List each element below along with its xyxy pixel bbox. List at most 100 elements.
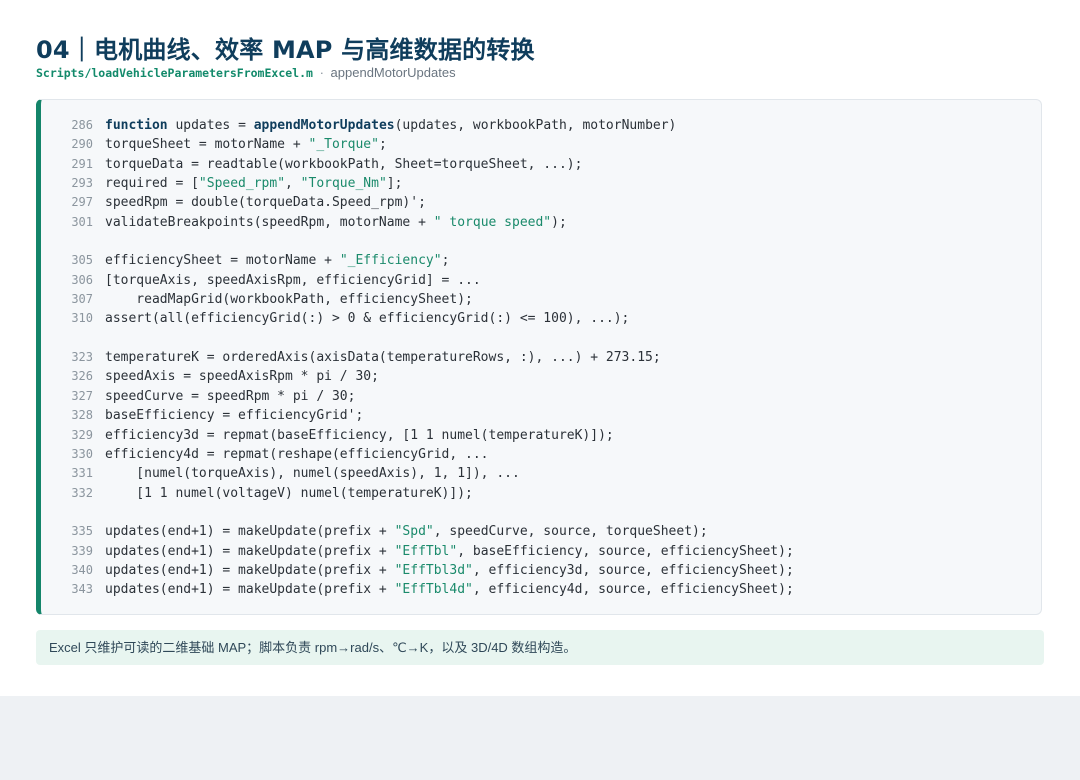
slide: 04｜电机曲线、效率 MAP 与高维数据的转换 Scripts/loadVehi… bbox=[0, 0, 1080, 696]
line-number: 340 bbox=[71, 562, 93, 577]
line-number: 335 bbox=[71, 524, 93, 539]
code-text: , bbox=[285, 176, 301, 192]
code-line: 326 speedAxis = speedAxisRpm * pi / 30; bbox=[65, 367, 794, 386]
code-text: [numel(torqueAxis), numel(speedAxis), 1,… bbox=[105, 466, 520, 482]
line-number: 329 bbox=[71, 427, 93, 442]
code-text: [torqueAxis, speedAxisRpm, efficiencyGri… bbox=[105, 272, 481, 288]
code-string: "Spd" bbox=[394, 524, 434, 540]
code-string: "Torque_Nm" bbox=[300, 176, 387, 192]
code-line: 290 torqueSheet = motorName + "_Torque"; bbox=[65, 135, 794, 154]
code-string: "EffTbl4d" bbox=[394, 582, 473, 598]
code-text: , efficiency4d, source, efficiencySheet)… bbox=[472, 582, 794, 598]
code-card: 286 function updates = appendMotorUpdates… bbox=[36, 99, 1042, 615]
code-text: temperatureK = orderedAxis(axisData(temp… bbox=[105, 350, 661, 366]
code-text: updates(end+1) = makeUpdate(prefix + bbox=[105, 543, 395, 559]
code-keyword: appendMotorUpdates bbox=[253, 118, 395, 133]
code-text: , speedCurve, source, torqueSheet); bbox=[433, 524, 708, 540]
line-number: 331 bbox=[71, 466, 93, 481]
line-number: 343 bbox=[71, 582, 93, 597]
line-number: 286 bbox=[71, 118, 93, 132]
code-line: 310 assert(all(efficiencyGrid(:) > 0 & ef… bbox=[65, 309, 794, 328]
line-number: 339 bbox=[71, 543, 93, 558]
code-text: ; bbox=[441, 253, 450, 269]
code-text: updates = bbox=[167, 118, 254, 133]
code-line: 343 updates(end+1) = makeUpdate(prefix + … bbox=[65, 580, 794, 599]
code-text: assert(all(efficiencyGrid(:) > 0 & effic… bbox=[105, 311, 630, 327]
code-line: 331 [numel(torqueAxis), numel(speedAxis)… bbox=[65, 464, 794, 483]
code-string: "Speed_rpm" bbox=[198, 176, 286, 192]
code-line: 306 [torqueAxis, speedAxisRpm, efficiency… bbox=[65, 271, 794, 290]
code-text: , efficiency3d, source, efficiencySheet)… bbox=[472, 562, 794, 578]
line-number: 326 bbox=[71, 369, 93, 384]
code-text: speedCurve = speedRpm * pi / 30; bbox=[105, 388, 356, 404]
code-line: 328 baseEfficiency = efficiencyGrid'; bbox=[65, 406, 794, 425]
code-text: ; bbox=[378, 137, 387, 153]
code-text: torqueSheet = motorName + bbox=[105, 137, 309, 153]
code-text: speedAxis = speedAxisRpm * pi / 30; bbox=[105, 369, 379, 385]
code-text: speedRpm = double(torqueData.Speed_rpm)'… bbox=[105, 195, 426, 211]
code-string: " torque speed" bbox=[433, 214, 552, 230]
line-number: 307 bbox=[71, 292, 93, 307]
code-line: 330 efficiency4d = repmat(reshape(efficie… bbox=[65, 445, 794, 464]
code-line: 327 speedCurve = speedRpm * pi / 30; bbox=[65, 387, 794, 406]
code-text: efficiencySheet = motorName + bbox=[105, 253, 340, 269]
code-line: 332 [1 1 numel(voltageV) numel(temperatu… bbox=[65, 484, 794, 503]
code-line: 301 validateBreakpoints(speedRpm, motorNa… bbox=[65, 213, 794, 232]
page-subtitle: Scripts/loadVehicleParametersFromExcel.m… bbox=[36, 65, 456, 80]
code-line: 291 torqueData = readtable(workbookPath, … bbox=[65, 155, 794, 174]
code-text: readMapGrid(workbookPath, efficiencyShee… bbox=[105, 292, 473, 308]
code-line: 335 updates(end+1) = makeUpdate(prefix + … bbox=[65, 522, 794, 541]
code-text: updates(end+1) = makeUpdate(prefix + bbox=[105, 524, 395, 540]
code-text: updates(end+1) = makeUpdate(prefix + bbox=[105, 562, 395, 578]
code-line: 323 temperatureK = orderedAxis(axisData(t… bbox=[65, 348, 794, 367]
code-line: 329 efficiency3d = repmat(baseEfficiency,… bbox=[65, 426, 794, 445]
code-text: [1 1 numel(voltageV) numel(temperatureK)… bbox=[105, 485, 473, 501]
code-string: "_Torque" bbox=[308, 137, 379, 153]
code-line: 293 required = ["Speed_rpm", "Torque_Nm"]… bbox=[65, 174, 794, 193]
function-name: appendMotorUpdates bbox=[330, 65, 456, 80]
line-number: 323 bbox=[71, 350, 93, 365]
line-number: 306 bbox=[71, 272, 93, 287]
code-text: efficiency3d = repmat(baseEfficiency, [1… bbox=[105, 427, 614, 443]
code-text: validateBreakpoints(speedRpm, motorName … bbox=[105, 214, 434, 230]
line-number: 297 bbox=[71, 195, 93, 210]
code-text: , baseEfficiency, source, efficiencyShee… bbox=[457, 543, 794, 559]
code-listing: 286 function updates = appendMotorUpdates… bbox=[65, 116, 794, 600]
line-number: 327 bbox=[71, 388, 93, 403]
line-number: 293 bbox=[71, 176, 93, 191]
code-string: "_Efficiency" bbox=[339, 253, 442, 269]
line-number: 310 bbox=[71, 311, 93, 326]
line-number: 330 bbox=[71, 446, 93, 461]
code-text: baseEfficiency = efficiencyGrid'; bbox=[105, 408, 364, 424]
code-text: torqueData = readtable(workbookPath, She… bbox=[105, 156, 583, 172]
page-title: 04｜电机曲线、效率 MAP 与高维数据的转换 bbox=[36, 36, 535, 64]
code-text: required = [ bbox=[105, 176, 199, 192]
note-text: Excel 只维护可读的二维基础 MAP；脚本负责 rpm→rad/s、℃→K，… bbox=[49, 640, 577, 655]
code-line: 305 efficiencySheet = motorName + "_Effic… bbox=[65, 251, 794, 270]
script-path: Scripts/loadVehicleParametersFromExcel.m bbox=[36, 66, 313, 80]
code-keyword: function bbox=[105, 118, 168, 133]
code-text: updates(end+1) = makeUpdate(prefix + bbox=[105, 582, 395, 598]
line-number: 332 bbox=[71, 485, 93, 500]
code-line: 286 function updates = appendMotorUpdates… bbox=[65, 116, 794, 135]
line-number: 291 bbox=[71, 156, 93, 171]
note-banner: Excel 只维护可读的二维基础 MAP；脚本负责 rpm→rad/s、℃→K，… bbox=[36, 630, 1044, 665]
code-line: 340 updates(end+1) = makeUpdate(prefix + … bbox=[65, 561, 794, 580]
line-number: 290 bbox=[71, 137, 93, 152]
code-line: 339 updates(end+1) = makeUpdate(prefix + … bbox=[65, 542, 794, 561]
line-number: 328 bbox=[71, 408, 93, 423]
code-text: efficiency4d = repmat(reshape(efficiency… bbox=[105, 446, 489, 462]
code-text: (updates, workbookPath, motorNumber) bbox=[394, 118, 677, 133]
code-string: "EffTbl3d" bbox=[394, 562, 473, 578]
code-string: "EffTbl" bbox=[394, 543, 458, 559]
code-line: 307 readMapGrid(workbookPath, efficiency… bbox=[65, 290, 794, 309]
subtitle-separator: · bbox=[319, 65, 324, 80]
code-line: 297 speedRpm = double(torqueData.Speed_rp… bbox=[65, 193, 794, 212]
code-text: ); bbox=[551, 214, 567, 230]
line-number: 305 bbox=[71, 253, 93, 268]
line-number: 301 bbox=[71, 214, 93, 229]
code-text: ]; bbox=[386, 176, 403, 192]
